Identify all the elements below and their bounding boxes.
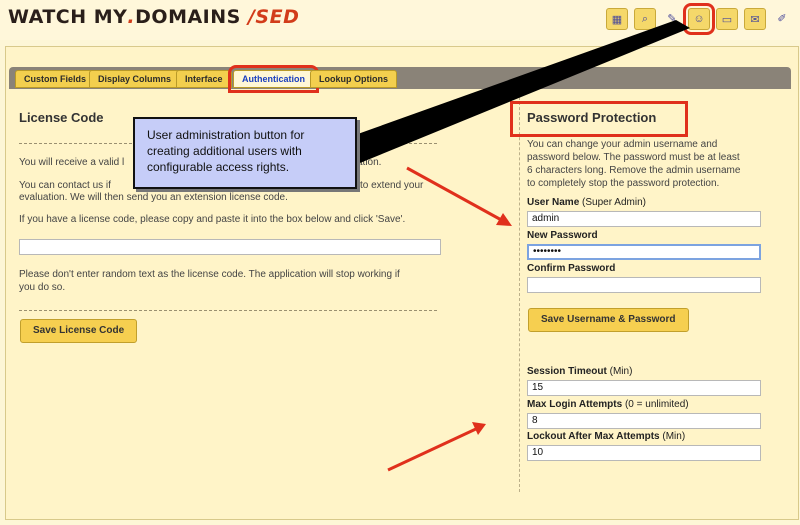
arrow-to-username bbox=[406, 166, 506, 224]
callout-box: User administration button for creating … bbox=[133, 117, 357, 189]
callout-pointer bbox=[355, 20, 690, 165]
annotation-overlay bbox=[355, 20, 690, 472]
callout-text: User administration button for creating … bbox=[147, 128, 305, 174]
arrow-to-session bbox=[387, 426, 479, 472]
